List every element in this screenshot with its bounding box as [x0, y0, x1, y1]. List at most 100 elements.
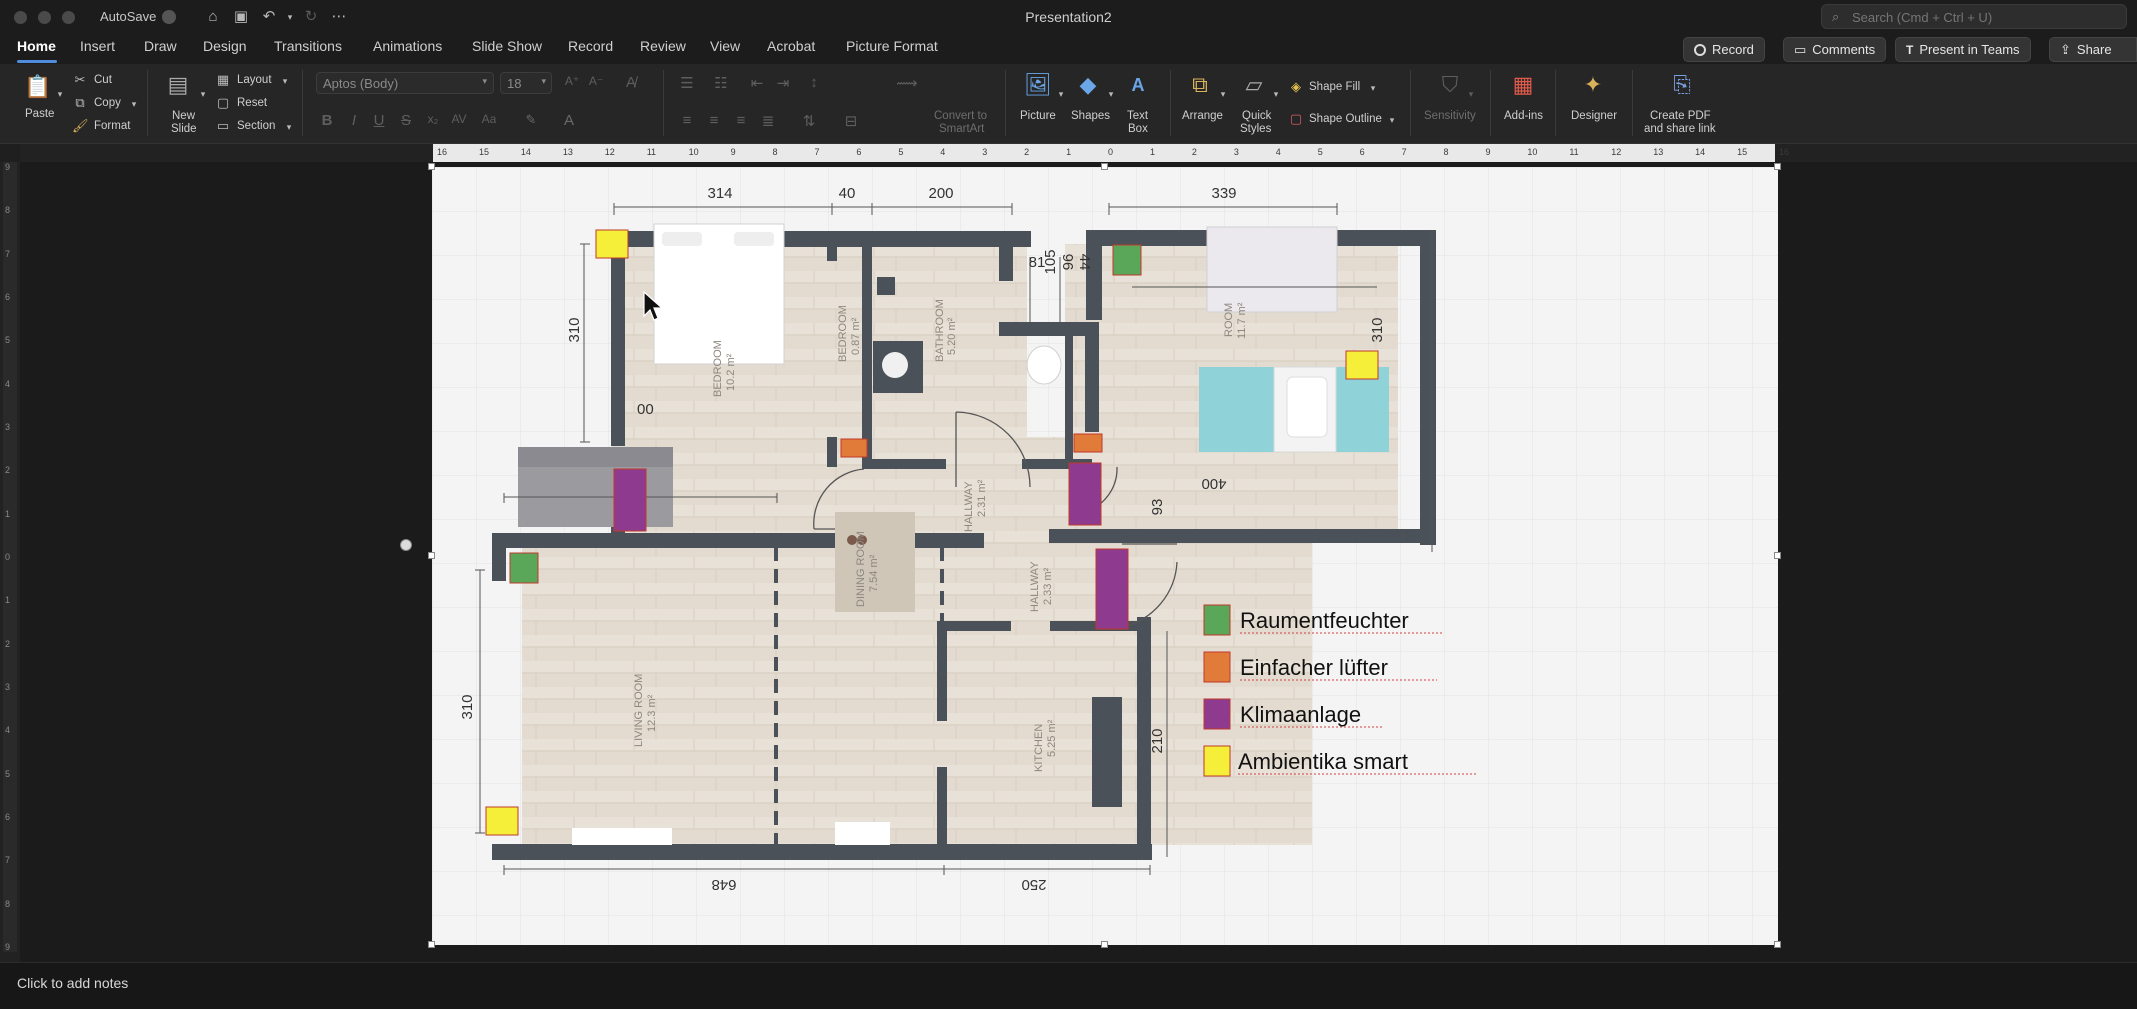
reset-icon[interactable]: ▢ [215, 95, 231, 111]
shape-outline-icon[interactable]: ▢ [1288, 111, 1304, 127]
justify-icon[interactable]: ≣ [759, 112, 777, 130]
zoom-window-button[interactable] [62, 11, 75, 24]
tab-acrobat[interactable]: Acrobat [767, 38, 815, 54]
shape-outline-label[interactable]: Shape Outline [1309, 113, 1382, 126]
arrange-dropdown-icon[interactable]: ▾ [1215, 86, 1231, 102]
create-pdf-label-2[interactable]: and share link [1644, 123, 1716, 136]
paste-icon[interactable]: 📋 [20, 72, 56, 102]
new-slide-dropdown-icon[interactable]: ▾ [195, 86, 211, 102]
bold-icon[interactable]: B [318, 112, 336, 129]
layout-label[interactable]: Layout [237, 74, 272, 87]
search-input[interactable] [1852, 8, 2122, 26]
tab-record[interactable]: Record [568, 38, 613, 54]
resize-handle[interactable] [1774, 941, 1781, 948]
share-button[interactable]: ⇪ Share [2049, 37, 2137, 62]
decrease-indent-icon[interactable]: ⇤ [748, 74, 766, 92]
italic-icon[interactable]: I [345, 112, 363, 129]
picture-label[interactable]: Picture [1020, 110, 1056, 123]
undo-icon[interactable]: ↶ [259, 7, 279, 27]
format-painter-icon[interactable]: 🖌 [72, 118, 89, 134]
section-icon[interactable]: ▭ [215, 118, 231, 134]
bullets-icon[interactable]: ☰ [678, 74, 696, 92]
tab-insert[interactable]: Insert [80, 38, 115, 54]
undo-dropdown-icon[interactable]: ▾ [280, 7, 300, 27]
numbering-icon[interactable]: ☷ [712, 74, 730, 92]
quick-styles-label-2[interactable]: Styles [1240, 123, 1271, 136]
text-box-label-2[interactable]: Box [1128, 123, 1148, 136]
resize-handle[interactable] [1774, 163, 1781, 170]
marker-klimaanlage[interactable] [1095, 548, 1129, 630]
align-left-icon[interactable]: ≡ [678, 112, 696, 129]
shapes-icon[interactable]: ◆ [1070, 70, 1106, 100]
paste-dropdown-icon[interactable]: ▾ [52, 86, 68, 102]
quick-styles-dropdown-icon[interactable]: ▾ [1268, 86, 1284, 102]
designer-label[interactable]: Designer [1571, 110, 1617, 123]
copy-label[interactable]: Copy [94, 97, 121, 110]
create-pdf-icon[interactable]: ⎘ [1664, 70, 1700, 100]
tab-animations[interactable]: Animations [373, 38, 442, 54]
search-box[interactable]: ⌕ [1821, 4, 2127, 29]
increase-indent-icon[interactable]: ⇥ [774, 74, 792, 92]
designer-icon[interactable]: ✦ [1575, 70, 1611, 100]
marker-ambientika[interactable] [1345, 350, 1379, 380]
resize-handle[interactable] [428, 163, 435, 170]
tab-slide-show[interactable]: Slide Show [472, 38, 542, 54]
shape-fill-icon[interactable]: ◈ [1288, 79, 1304, 95]
align-center-icon[interactable]: ≡ [705, 112, 723, 129]
marker-raumentfeuchter[interactable] [1112, 244, 1142, 276]
sensitivity-label[interactable]: Sensitivity [1424, 110, 1476, 123]
picture-dropdown-icon[interactable]: ▾ [1053, 86, 1069, 102]
new-slide-label-1[interactable]: New [172, 110, 195, 123]
save-icon[interactable]: ▣ [231, 7, 251, 27]
add-ins-label[interactable]: Add-ins [1504, 110, 1543, 123]
marker-klimaanlage[interactable] [1068, 462, 1102, 526]
minimize-window-button[interactable] [38, 11, 51, 24]
copy-icon[interactable]: ⧉ [72, 95, 88, 111]
record-button[interactable]: Record [1683, 37, 1765, 62]
font-name-box[interactable]: Aptos (Body) ▾ [316, 72, 494, 94]
autosave-toggle[interactable] [162, 10, 176, 24]
change-case-icon[interactable]: Aa [480, 112, 498, 126]
reset-label[interactable]: Reset [237, 97, 267, 110]
comments-button[interactable]: ▭ Comments [1783, 37, 1887, 62]
picture-icon[interactable]: 🖼 [1020, 70, 1056, 100]
resize-handle[interactable] [1101, 941, 1108, 948]
rotate-handle-icon[interactable] [400, 539, 412, 551]
tab-draw[interactable]: Draw [144, 38, 177, 54]
resize-handle[interactable] [1774, 552, 1781, 559]
underline-icon[interactable]: U [370, 112, 388, 129]
notes-bar[interactable]: Click to add notes [0, 962, 2137, 1009]
clear-formatting-icon[interactable]: A̸ [622, 74, 640, 91]
text-box-label-1[interactable]: Text [1127, 110, 1148, 123]
slide-canvas[interactable]: 314 40 200 339 81 105 44 96 310 310 310 … [20, 162, 2137, 962]
resize-handle[interactable] [1101, 163, 1108, 170]
new-slide-icon[interactable]: ▤ [160, 70, 196, 100]
notes-placeholder[interactable]: Click to add notes [17, 975, 128, 991]
convert-smartart-label-1[interactable]: Convert to [934, 110, 987, 123]
floorplan-image[interactable]: 314 40 200 339 81 105 44 96 310 310 310 … [432, 167, 1778, 945]
redo-icon[interactable]: ↻ [301, 7, 321, 27]
tab-transitions[interactable]: Transitions [274, 38, 342, 54]
layout-dropdown-icon[interactable]: ▾ [277, 73, 293, 89]
text-direction-icon[interactable]: ⇅ [800, 112, 818, 130]
superscript-icon[interactable]: AV [450, 112, 468, 126]
quick-styles-icon[interactable]: ▱ [1236, 70, 1272, 100]
shapes-dropdown-icon[interactable]: ▾ [1103, 86, 1119, 102]
format-painter-label[interactable]: Format [94, 120, 130, 133]
font-size-box[interactable]: 18 ▾ [500, 72, 552, 94]
align-text-icon[interactable]: ⊟ [842, 112, 860, 130]
arrange-icon[interactable]: ⧉ [1182, 70, 1218, 100]
marker-ambientika[interactable] [595, 229, 629, 259]
quick-styles-label-1[interactable]: Quick [1242, 110, 1271, 123]
marker-einfacher-luefter[interactable] [1073, 433, 1103, 453]
text-box-icon[interactable]: A [1120, 70, 1156, 100]
marker-raumentfeuchter[interactable] [509, 552, 539, 584]
slide[interactable]: 314 40 200 339 81 105 44 96 310 310 310 … [428, 163, 1781, 948]
highlight-icon[interactable]: ✎ [522, 112, 540, 128]
line-spacing-icon[interactable]: ↕ [805, 74, 823, 91]
marker-ambientika[interactable] [485, 806, 519, 836]
paste-label[interactable]: Paste [25, 108, 54, 121]
shape-fill-label[interactable]: Shape Fill [1309, 81, 1360, 94]
strikethrough-icon[interactable]: S [397, 112, 415, 129]
section-label[interactable]: Section [237, 120, 275, 133]
